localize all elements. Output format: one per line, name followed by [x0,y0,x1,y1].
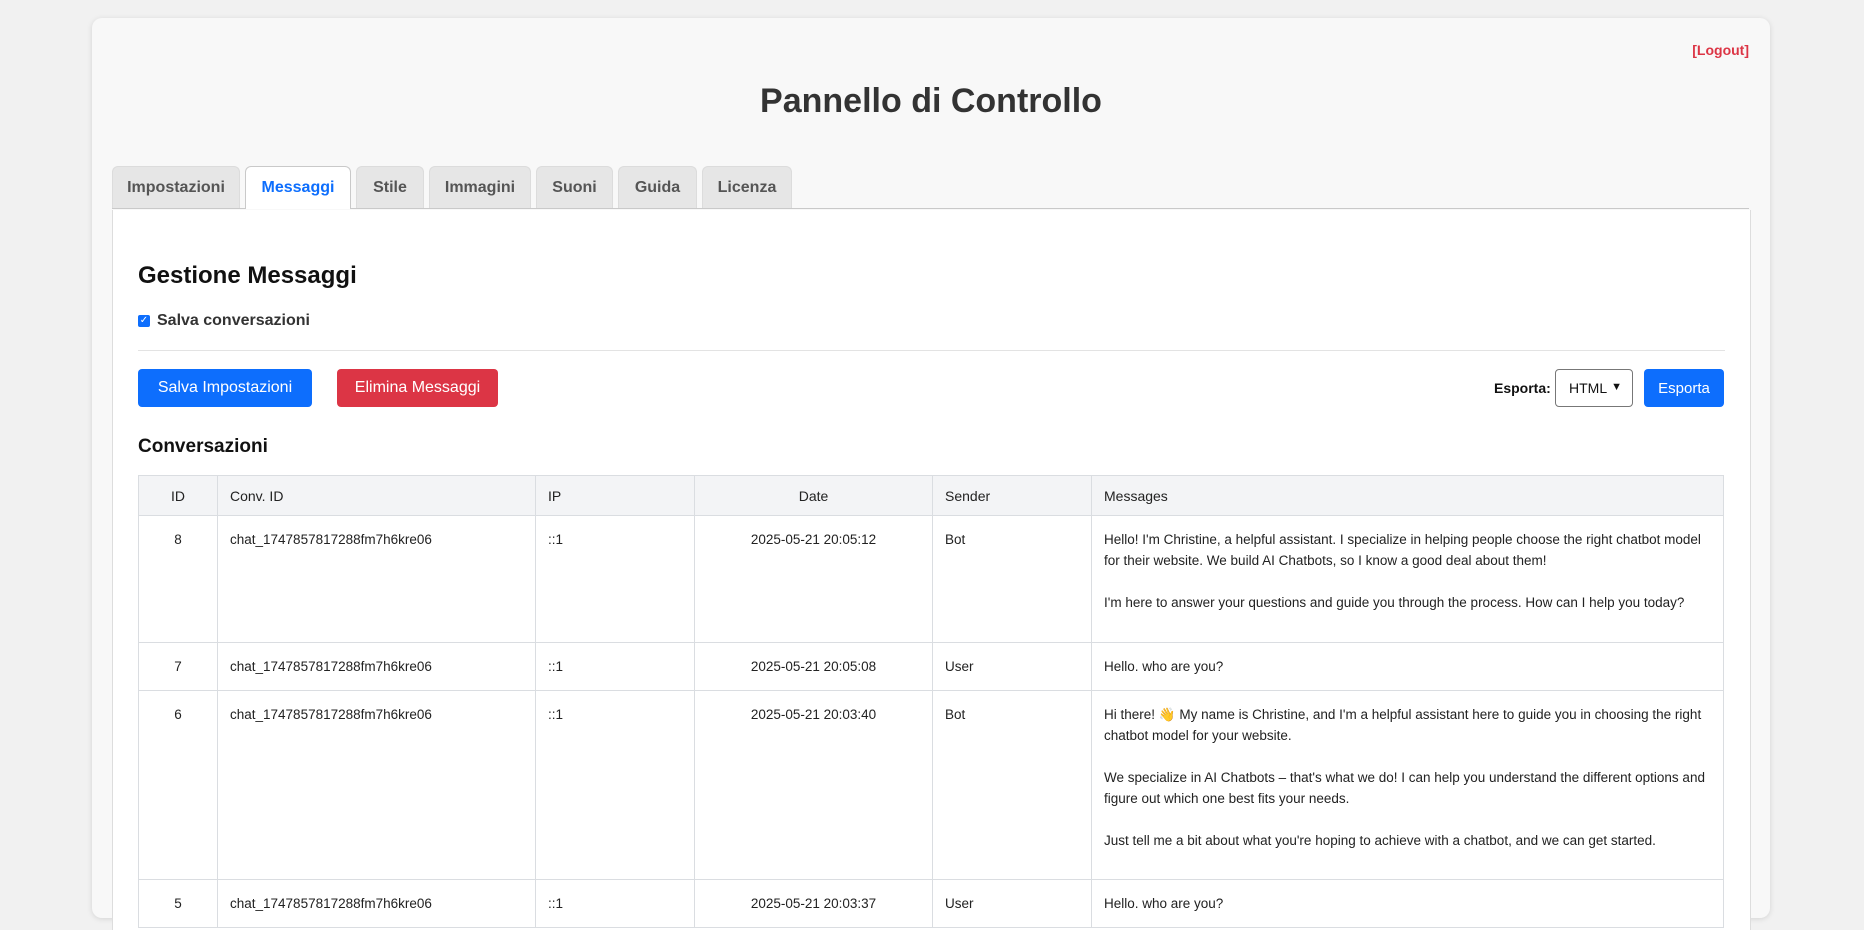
cell-messages: Hello. who are you? [1091,642,1724,691]
conversations-table: ID Conv. ID IP Date Sender Messages 8 ch… [138,475,1724,928]
table-row: 5 chat_1747857817288fm7h6kre06 ::1 2025-… [138,879,1724,928]
col-header-conv-id: Conv. ID [217,475,536,516]
section-title: Gestione Messaggi [138,262,357,289]
control-panel: [Logout] Pannello di Controllo Impostazi… [92,18,1770,930]
cell-id: 5 [138,879,218,928]
cell-conv-id: chat_1747857817288fm7h6kre06 [217,879,536,928]
tab-bar: Impostazioni Messaggi Stile Immagini Suo… [112,148,1749,209]
export-format-select[interactable]: HTML ▼ [1555,369,1633,407]
tab-licenza[interactable]: Licenza [702,166,792,208]
cell-date: 2025-05-21 20:05:12 [694,515,933,643]
chevron-down-icon: ▼ [1611,381,1622,393]
export-button[interactable]: Esporta [1644,369,1724,407]
message-paragraph: Hi there! 👋 My name is Christine, and I'… [1104,707,1702,743]
cell-conv-id: chat_1747857817288fm7h6kre06 [217,690,536,880]
cell-ip: ::1 [535,879,695,928]
cell-messages: Hello! I'm Christine, a helpful assistan… [1091,515,1724,643]
message-paragraph: Hello! I'm Christine, a helpful assistan… [1104,532,1701,568]
table-row: 8 chat_1747857817288fm7h6kre06 ::1 2025-… [138,515,1724,643]
message-paragraph: Hello. who are you? [1104,896,1224,911]
cell-sender: User [932,879,1092,928]
tab-immagini[interactable]: Immagini [429,166,531,208]
tab-guida[interactable]: Guida [618,166,697,208]
cell-messages: Hi there! 👋 My name is Christine, and I'… [1091,690,1724,880]
cell-id: 6 [138,690,218,880]
message-paragraph: I'm here to answer your questions and gu… [1104,595,1685,610]
save-conversations-option[interactable]: ✓ Salva conversazioni [138,312,310,330]
cell-ip: ::1 [535,642,695,691]
cell-ip: ::1 [535,690,695,880]
table-row: 7 chat_1747857817288fm7h6kre06 ::1 2025-… [138,642,1724,691]
col-header-sender: Sender [932,475,1092,516]
cell-sender: Bot [932,690,1092,880]
export-label: Esporta: [1494,380,1551,396]
tab-stile[interactable]: Stile [356,166,424,208]
table-header-row: ID Conv. ID IP Date Sender Messages [138,475,1724,516]
cell-messages: Hello. who are you? [1091,879,1724,928]
col-header-id: ID [138,475,218,516]
cell-id: 7 [138,642,218,691]
cell-sender: User [932,642,1092,691]
message-paragraph: Just tell me a bit about what you're hop… [1104,833,1656,848]
page-title: Pannello di Controllo [760,82,1102,120]
save-conversations-checkbox[interactable]: ✓ [138,315,150,327]
col-header-date: Date [694,475,933,516]
delete-messages-button[interactable]: Elimina Messaggi [337,369,498,407]
tab-suoni[interactable]: Suoni [536,166,613,208]
table-row: 6 chat_1747857817288fm7h6kre06 ::1 2025-… [138,690,1724,880]
logout-link[interactable]: [Logout] [1692,42,1749,58]
tab-messaggi[interactable]: Messaggi [245,166,351,209]
cell-sender: Bot [932,515,1092,643]
cell-ip: ::1 [535,515,695,643]
cell-conv-id: chat_1747857817288fm7h6kre06 [217,515,536,643]
export-format-value: HTML [1569,380,1608,396]
cell-id: 8 [138,515,218,643]
tab-impostazioni[interactable]: Impostazioni [112,166,240,208]
message-paragraph: Hello. who are you? [1104,659,1224,674]
save-settings-button[interactable]: Salva Impostazioni [138,369,312,407]
col-header-ip: IP [535,475,695,516]
messages-tab-content: Gestione Messaggi ✓ Salva conversazioni … [112,210,1751,930]
cell-date: 2025-05-21 20:03:40 [694,690,933,880]
message-paragraph: We specialize in AI Chatbots – that's wh… [1104,770,1705,806]
save-conversations-label[interactable]: Salva conversazioni [157,312,310,330]
cell-date: 2025-05-21 20:05:08 [694,642,933,691]
col-header-messages: Messages [1091,475,1724,516]
cell-conv-id: chat_1747857817288fm7h6kre06 [217,642,536,691]
conversations-title: Conversazioni [138,436,268,457]
cell-date: 2025-05-21 20:03:37 [694,879,933,928]
divider [138,350,1725,351]
